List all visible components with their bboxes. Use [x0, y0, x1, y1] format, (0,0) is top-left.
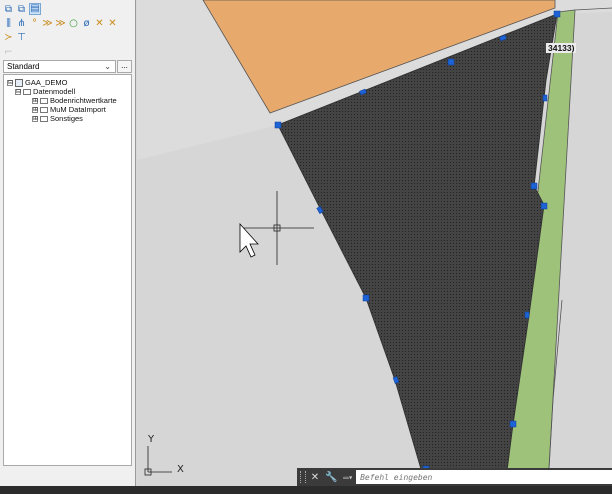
- grip[interactable]: [524, 311, 530, 319]
- stamp-icon[interactable]: ⊤: [16, 32, 27, 43]
- grip[interactable]: [362, 294, 370, 302]
- tree-item-label: Datenmodell: [33, 87, 76, 96]
- expand-icon[interactable]: ⊞: [32, 115, 38, 122]
- project-tree: ⊟ GAA_DEMO ⊟ Datenmodell ⊞ Bodenrichtwer…: [3, 74, 132, 466]
- more-options-button[interactable]: ...: [117, 60, 132, 73]
- axis-x-label: X: [177, 464, 184, 475]
- collapse-icon[interactable]: ⊟: [15, 88, 21, 95]
- grip[interactable]: [553, 10, 561, 18]
- folder-icon: [40, 115, 48, 122]
- ellipse-icon[interactable]: ○: [68, 18, 79, 29]
- grip[interactable]: [447, 58, 455, 66]
- close-icon[interactable]: ✕: [310, 472, 320, 483]
- no-symbol-icon[interactable]: ø: [81, 18, 92, 29]
- folder-icon: [23, 88, 31, 95]
- grip[interactable]: [530, 182, 538, 190]
- style-dropdown-value: Standard: [7, 62, 40, 71]
- folder-icon: [40, 106, 48, 113]
- style-dropdown[interactable]: Standard ⌄: [3, 60, 116, 73]
- branch-icon[interactable]: ≫: [42, 18, 53, 29]
- split-icon[interactable]: ⫼: [3, 18, 14, 29]
- tree-item-sonstiges[interactable]: ⊞ Sonstiges: [32, 114, 83, 123]
- tree-item-gaa-demo[interactable]: ⊟ GAA_DEMO: [7, 78, 68, 87]
- tool-palette-panel: ⧉ ⧉ ▤ ⫼ ⋔ ° ≫ ≫ ○ ø ✕ ✕ ≻ ⊤ ⌐ Standard ⌄…: [0, 0, 136, 494]
- tree-item-label: GAA_DEMO: [25, 78, 68, 87]
- toolbar-row-3: ≻ ⊤: [3, 30, 27, 44]
- status-bar: [0, 486, 612, 494]
- toolbar-row-2: ⫼ ⋔ ° ≫ ≫ ○ ø ✕ ✕: [3, 16, 118, 30]
- grip[interactable]: [274, 121, 282, 129]
- tree-item-datenmodell[interactable]: ⊟ Datenmodell: [15, 87, 75, 96]
- database-icon: [15, 78, 23, 87]
- recent-commands-icon[interactable]: ▭▾: [343, 473, 353, 482]
- expand-icon[interactable]: ⊞: [32, 97, 38, 104]
- tree-item-label: Bodenrichtwertkarte: [50, 96, 117, 105]
- toolbar-row-4: ⌐: [3, 45, 14, 59]
- command-input[interactable]: [356, 470, 612, 484]
- fork-icon[interactable]: ⋔: [16, 18, 27, 29]
- node-icon[interactable]: °: [29, 18, 40, 29]
- tree-item-bodenrichtwertkarte[interactable]: ⊞ Bodenrichtwertkarte: [32, 96, 117, 105]
- folder-icon: [40, 97, 48, 104]
- wrench-icon[interactable]: 🔧: [325, 472, 337, 483]
- drawing-canvas[interactable]: Y X: [137, 0, 612, 486]
- cross-lines-2-icon[interactable]: ✕: [107, 18, 118, 29]
- toolbar-row-1: ⧉ ⧉ ▤: [3, 2, 41, 16]
- tree-item-label: Sonstiges: [50, 114, 83, 123]
- layers-swap-icon[interactable]: ⧉: [16, 4, 27, 15]
- grip[interactable]: [542, 94, 548, 102]
- parcel-label: 34133): [546, 43, 577, 53]
- expand-icon[interactable]: ⊞: [32, 106, 38, 113]
- collapse-icon[interactable]: ⊟: [7, 79, 13, 86]
- grip[interactable]: [540, 202, 548, 210]
- layer-manager-icon[interactable]: ▤: [29, 3, 41, 15]
- drag-handle[interactable]: [300, 471, 306, 483]
- tree-item-mum-dataimport[interactable]: ⊞ MuM DataImport: [32, 105, 106, 114]
- command-line: ✕ 🔧 ▭▾: [297, 468, 612, 486]
- layers-icon[interactable]: ⧉: [3, 4, 14, 15]
- axis-y-label: Y: [147, 434, 155, 445]
- branch-outline-icon[interactable]: ≫: [55, 18, 66, 29]
- cross-lines-icon[interactable]: ✕: [94, 18, 105, 29]
- grip[interactable]: [509, 420, 517, 428]
- chevron-down-icon: ⌄: [104, 62, 111, 71]
- disabled-tool-icon: ⌐: [4, 46, 13, 58]
- bend-icon[interactable]: ≻: [3, 32, 14, 43]
- tree-item-label: MuM DataImport: [50, 105, 106, 114]
